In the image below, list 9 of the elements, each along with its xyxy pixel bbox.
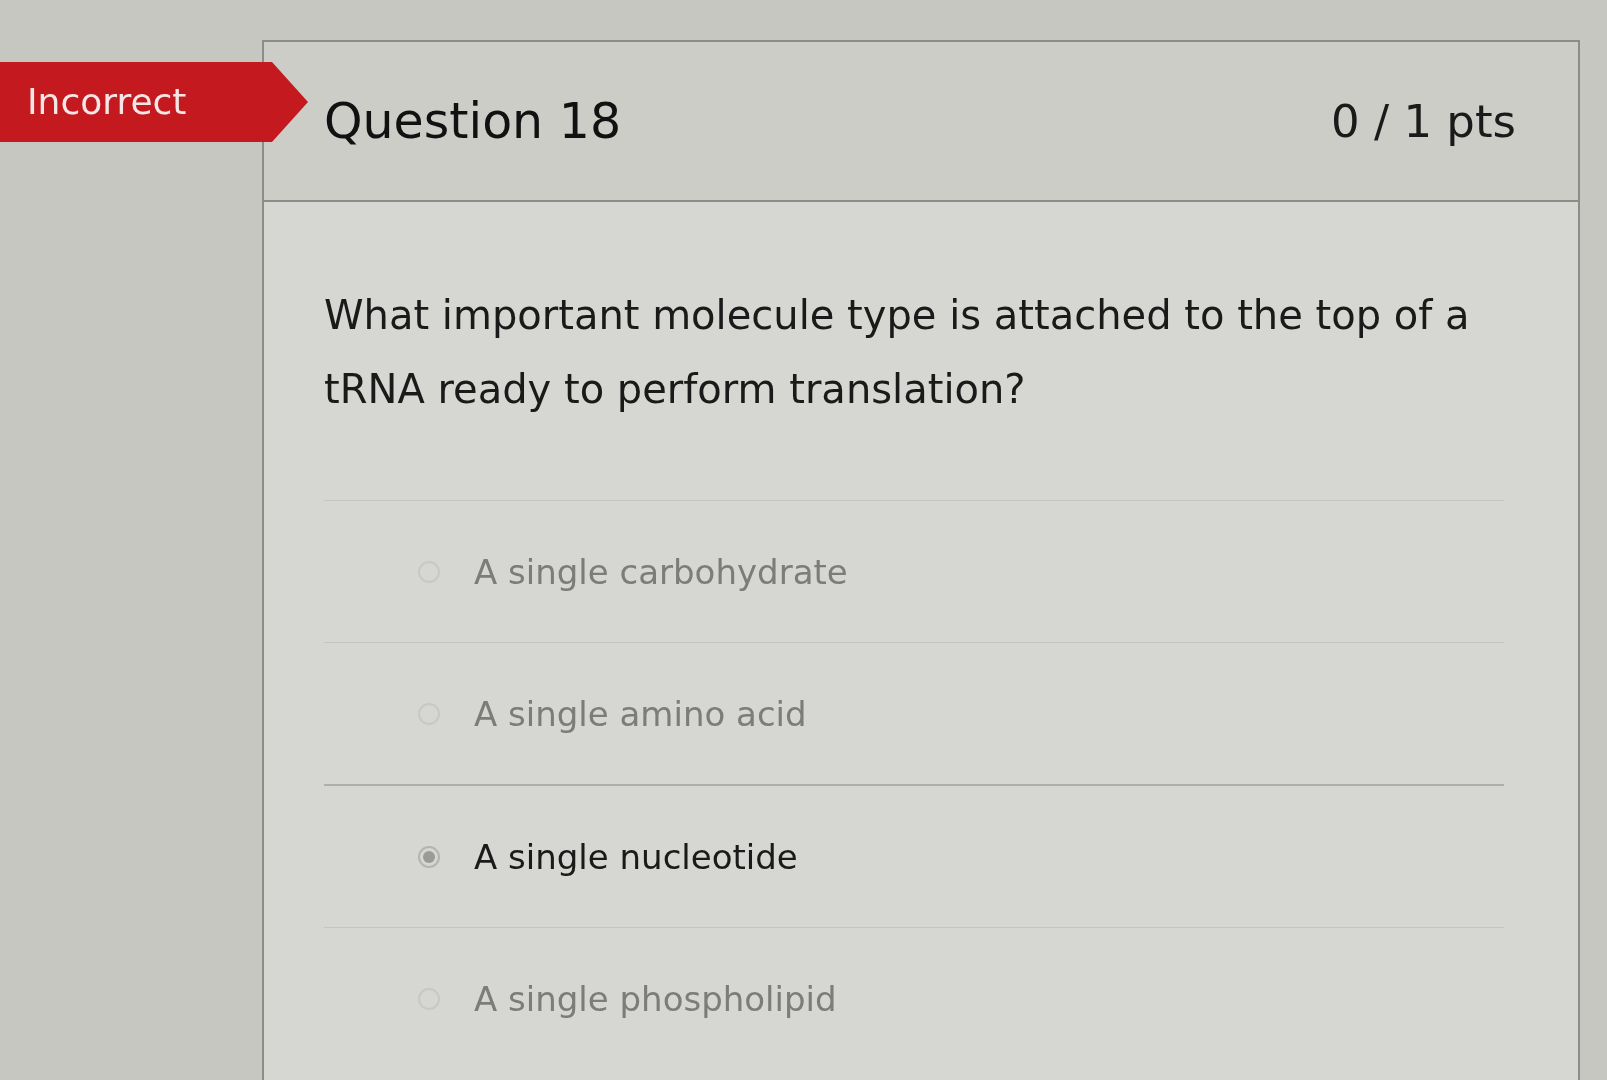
answer-label: A single amino acid: [474, 693, 807, 734]
incorrect-badge: Incorrect: [0, 62, 308, 142]
points-label: 0 / 1 pts: [1331, 94, 1516, 148]
radio-button[interactable]: [418, 845, 440, 868]
answer-label: A single carbohydrate: [474, 551, 848, 592]
question-title: Question 18: [324, 92, 622, 150]
question-text: What important molecule type is attached to the top of a tRNA ready to perform translation?: [324, 291, 1471, 414]
answer-label: A single phospholipid: [474, 978, 837, 1019]
answer-label: A single nucleotide: [474, 836, 798, 877]
